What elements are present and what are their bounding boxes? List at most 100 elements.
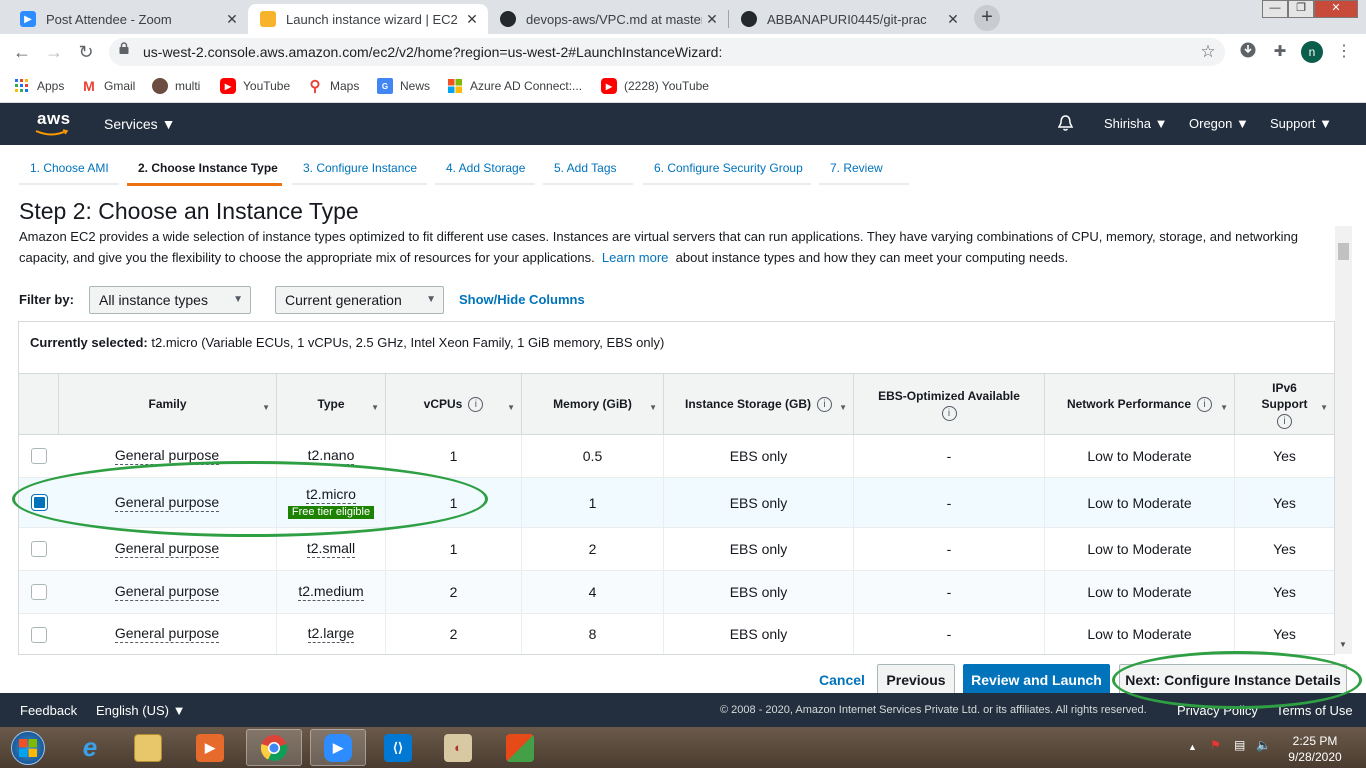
row-checkbox-checked[interactable] xyxy=(32,495,47,510)
forward-arrow-icon[interactable]: → xyxy=(43,41,65,63)
learn-more-link[interactable]: Learn more xyxy=(602,250,668,265)
taskbar-app[interactable] xyxy=(492,729,548,766)
tab-github-vpc[interactable]: devops-aws/VPC.md at master · A ✕ xyxy=(488,4,728,34)
header-type[interactable]: Type ▼ xyxy=(276,374,385,434)
close-tab-icon[interactable]: ✕ xyxy=(222,11,242,28)
sort-icon[interactable]: ▼ xyxy=(1220,400,1228,416)
show-hide-columns-link[interactable]: Show/Hide Columns xyxy=(459,292,585,307)
header-memory[interactable]: Memory (GiB) ▼ xyxy=(521,374,663,434)
info-icon[interactable]: i xyxy=(1197,396,1213,412)
previous-button[interactable]: Previous xyxy=(877,664,955,696)
step-review[interactable]: 7. Review xyxy=(830,161,883,175)
volume-icon[interactable]: 🔈 xyxy=(1256,738,1271,752)
sort-icon[interactable]: ▼ xyxy=(507,400,515,416)
bookmark-news[interactable]: G News xyxy=(377,76,430,96)
step-choose-ami[interactable]: 1. Choose AMI xyxy=(30,161,109,175)
taskbar-explorer[interactable] xyxy=(120,729,176,766)
taskbar-clock[interactable]: 2:25 PM 9/28/2020 xyxy=(1284,733,1346,765)
sort-icon[interactable]: ▼ xyxy=(649,400,657,416)
sort-icon[interactable]: ▼ xyxy=(262,400,270,416)
taskbar-media[interactable]: ▶ xyxy=(182,729,238,766)
tab-github-git-prac[interactable]: ABBANAPURI0445/git-prac ✕ xyxy=(729,4,969,34)
download-icon[interactable] xyxy=(1237,41,1259,63)
scrollbar-thumb[interactable] xyxy=(1338,243,1349,260)
header-vcpus[interactable]: vCPUs i ▼ xyxy=(385,374,521,434)
header-ipv6-support[interactable]: IPv6 Support i ▼ xyxy=(1234,374,1334,434)
start-button[interactable] xyxy=(2,729,54,766)
review-and-launch-button[interactable]: Review and Launch xyxy=(963,664,1110,696)
step-configure-security-group[interactable]: 6. Configure Security Group xyxy=(654,161,803,175)
terms-of-use-link[interactable]: Terms of Use xyxy=(1276,703,1353,718)
more-menu-icon[interactable]: ⋮ xyxy=(1333,41,1355,63)
bell-icon[interactable] xyxy=(1057,114,1074,137)
reload-icon[interactable]: ↻ xyxy=(75,41,97,63)
support-menu[interactable]: Support ▼ xyxy=(1270,116,1332,131)
tab-zoom[interactable]: ▶ Post Attendee - Zoom ✕ xyxy=(8,4,248,34)
cancel-link[interactable]: Cancel xyxy=(819,672,865,688)
bookmark-maps[interactable]: ⚲ Maps xyxy=(307,76,360,96)
sort-icon[interactable]: ▼ xyxy=(1320,400,1328,416)
bookmark-azure[interactable]: Azure AD Connect:... xyxy=(447,76,582,96)
info-icon[interactable]: i xyxy=(1277,413,1292,429)
taskbar-ie[interactable]: e xyxy=(62,729,118,766)
header-instance-storage[interactable]: Instance Storage (GB) i ▼ xyxy=(663,374,853,434)
step-add-tags[interactable]: 5. Add Tags xyxy=(554,161,617,175)
info-icon[interactable]: i xyxy=(941,405,957,421)
sort-icon[interactable]: ▼ xyxy=(839,400,847,416)
sort-icon[interactable]: ▼ xyxy=(371,400,379,416)
row-checkbox[interactable] xyxy=(31,448,47,464)
network-icon[interactable]: ▤ xyxy=(1234,738,1245,752)
info-icon[interactable]: i xyxy=(468,396,484,412)
action-center-flag-icon[interactable]: ⚑ xyxy=(1210,738,1221,752)
new-tab-button[interactable]: + xyxy=(974,5,1000,31)
address-bar[interactable]: us-west-2.console.aws.amazon.com/ec2/v2/… xyxy=(109,38,1225,66)
back-arrow-icon[interactable]: ← xyxy=(11,41,33,63)
extensions-puzzle-icon[interactable]: ✚ xyxy=(1269,41,1291,63)
row-checkbox[interactable] xyxy=(31,627,47,643)
bookmark-youtube-2228[interactable]: ▶ (2228) YouTube xyxy=(601,76,709,96)
region-menu[interactable]: Oregon ▼ xyxy=(1189,116,1249,131)
bookmark-youtube[interactable]: ▶ YouTube xyxy=(220,76,290,96)
bookmark-multi[interactable]: multi xyxy=(152,76,200,96)
bookmark-apps[interactable]: Apps xyxy=(14,76,64,96)
next-configure-instance-details-button[interactable]: Next: Configure Instance Details xyxy=(1119,664,1347,696)
scroll-down-icon[interactable]: ▼ xyxy=(1339,640,1347,649)
tray-expand-icon[interactable]: ▲ xyxy=(1188,742,1197,752)
taskbar-chrome[interactable] xyxy=(246,729,302,766)
services-menu[interactable]: Services ▼ xyxy=(104,116,175,132)
taskbar-paint[interactable]: ◐ xyxy=(430,729,486,766)
header-network-performance[interactable]: Network Performance i ▼ xyxy=(1044,374,1234,434)
bookmark-star-icon[interactable]: ☆ xyxy=(1197,41,1219,63)
privacy-policy-link[interactable]: Privacy Policy xyxy=(1177,703,1258,718)
row-checkbox[interactable] xyxy=(31,541,47,557)
language-selector[interactable]: English (US) ▼ xyxy=(96,703,185,718)
close-tab-icon[interactable]: ✕ xyxy=(943,11,963,28)
profile-avatar[interactable]: n xyxy=(1301,41,1323,63)
bookmark-gmail[interactable]: M Gmail xyxy=(81,76,135,96)
row-checkbox[interactable] xyxy=(31,584,47,600)
table-row[interactable]: General purpose t2.large 2 8 EBS only - … xyxy=(19,614,1334,654)
table-row[interactable]: General purpose t2.small 1 2 EBS only - … xyxy=(19,528,1334,571)
instance-type-filter-select[interactable]: All instance types ▼ xyxy=(89,286,251,314)
minimize-button[interactable]: — xyxy=(1262,0,1288,18)
step-add-storage[interactable]: 4. Add Storage xyxy=(446,161,525,175)
user-menu[interactable]: Shirisha ▼ xyxy=(1104,116,1167,131)
taskbar-vscode[interactable]: ⟨⟩ xyxy=(370,729,426,766)
close-window-button[interactable]: ✕ xyxy=(1314,0,1358,18)
header-ebs-optimized[interactable]: EBS-Optimized Available i xyxy=(853,374,1044,434)
table-row[interactable]: General purpose t2.nano 1 0.5 EBS only -… xyxy=(19,435,1334,478)
feedback-link[interactable]: Feedback xyxy=(20,703,77,718)
header-family[interactable]: Family ▼ xyxy=(58,374,276,434)
info-icon[interactable]: i xyxy=(817,396,833,412)
step-choose-instance-type[interactable]: 2. Choose Instance Type xyxy=(138,161,278,175)
close-tab-icon[interactable]: ✕ xyxy=(702,11,722,28)
close-tab-icon[interactable]: ✕ xyxy=(462,11,482,28)
table-row[interactable]: General purpose t2.medium 2 4 EBS only -… xyxy=(19,571,1334,614)
aws-logo[interactable]: aws xyxy=(35,109,71,136)
tab-launch-wizard[interactable]: Launch instance wizard | EC2 Ma ✕ xyxy=(248,4,488,34)
taskbar-zoom[interactable]: ▶ xyxy=(310,729,366,766)
step-configure-instance[interactable]: 3. Configure Instance xyxy=(303,161,417,175)
page-scrollbar[interactable] xyxy=(1335,226,1352,654)
generation-filter-select[interactable]: Current generation ▼ xyxy=(275,286,444,314)
table-row-selected[interactable]: General purpose t2.micro Free tier eligi… xyxy=(19,478,1334,528)
